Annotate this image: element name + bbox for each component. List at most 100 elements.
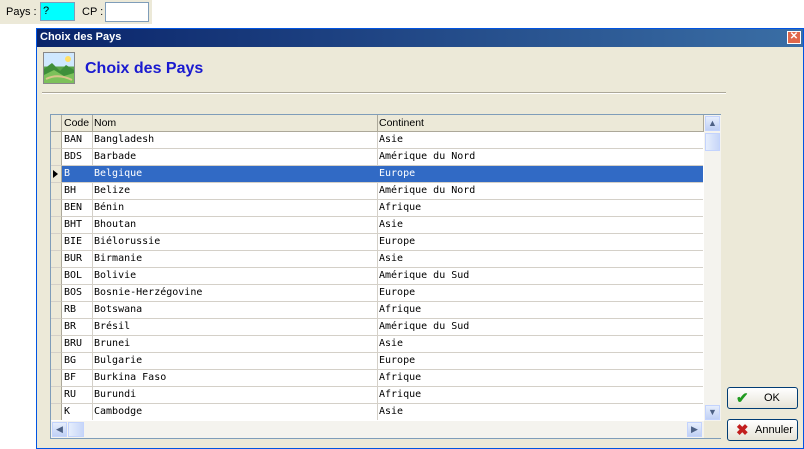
- row-indicator: [51, 387, 62, 404]
- cell-continent[interactable]: Europe: [377, 234, 703, 251]
- cell-continent[interactable]: Asie: [377, 217, 703, 234]
- table-row[interactable]: BH Belize Amérique du Nord: [51, 183, 704, 200]
- row-indicator: [51, 353, 62, 370]
- table-row[interactable]: BOL Bolivie Amérique du Sud: [51, 268, 704, 285]
- cell-nom[interactable]: Botswana: [92, 302, 378, 319]
- cell-code[interactable]: K: [62, 404, 93, 420]
- ok-button[interactable]: ✔ OK: [727, 387, 798, 409]
- cell-continent[interactable]: Europe: [377, 353, 703, 370]
- pays-input[interactable]: ?: [40, 2, 75, 21]
- close-button[interactable]: ✕: [787, 31, 801, 44]
- cell-code[interactable]: BG: [62, 353, 93, 370]
- cell-nom[interactable]: Bénin: [92, 200, 378, 217]
- column-header-code[interactable]: Code: [62, 115, 93, 132]
- cancel-button[interactable]: ✖ Annuler: [727, 419, 798, 441]
- cell-nom[interactable]: Barbade: [92, 149, 378, 166]
- cancel-button-label: Annuler: [755, 424, 793, 436]
- cell-code[interactable]: BOL: [62, 268, 93, 285]
- cell-continent[interactable]: Amérique du Nord: [377, 183, 703, 200]
- column-header-continent[interactable]: Continent: [377, 115, 704, 132]
- cell-code[interactable]: BAN: [62, 132, 93, 149]
- dialog-heading: Choix des Pays: [85, 60, 204, 77]
- vertical-scrollbar[interactable]: ▲ ▼: [704, 115, 721, 421]
- cell-code[interactable]: RU: [62, 387, 93, 404]
- cell-code[interactable]: BDS: [62, 149, 93, 166]
- cell-code[interactable]: BRU: [62, 336, 93, 353]
- cell-nom[interactable]: Biélorussie: [92, 234, 378, 251]
- current-row-arrow-icon: [53, 170, 58, 178]
- cell-nom[interactable]: Cambodge: [92, 404, 378, 420]
- cell-continent[interactable]: Afrique: [377, 370, 703, 387]
- row-indicator: [51, 166, 62, 183]
- country-picker-dialog: Choix des Pays ✕ Choix des Pays Code Nom…: [36, 28, 804, 449]
- scroll-corner: [704, 421, 721, 438]
- cell-code[interactable]: BUR: [62, 251, 93, 268]
- row-indicator: [51, 268, 62, 285]
- cell-continent[interactable]: Amérique du Nord: [377, 149, 703, 166]
- cell-continent[interactable]: Asie: [377, 251, 703, 268]
- cell-nom[interactable]: Bulgarie: [92, 353, 378, 370]
- row-indicator: [51, 217, 62, 234]
- cell-nom[interactable]: Belgique: [92, 166, 378, 183]
- cell-nom[interactable]: Burkina Faso: [92, 370, 378, 387]
- cell-continent[interactable]: Europe: [377, 166, 703, 183]
- landscape-icon: [43, 52, 75, 84]
- cell-continent[interactable]: Afrique: [377, 200, 703, 217]
- cell-continent[interactable]: Amérique du Sud: [377, 268, 703, 285]
- scroll-up-icon[interactable]: ▲: [705, 116, 720, 131]
- cell-continent[interactable]: Asie: [377, 132, 703, 149]
- cp-input[interactable]: [105, 2, 149, 22]
- cell-continent[interactable]: Amérique du Sud: [377, 319, 703, 336]
- table-row[interactable]: BRU Brunei Asie: [51, 336, 704, 353]
- scroll-left-icon[interactable]: ◀: [52, 422, 67, 437]
- cell-nom[interactable]: Burundi: [92, 387, 378, 404]
- table-row[interactable]: BDS Barbade Amérique du Nord: [51, 149, 704, 166]
- cell-code[interactable]: B: [62, 166, 93, 183]
- cell-continent[interactable]: Asie: [377, 336, 703, 353]
- cell-code[interactable]: BEN: [62, 200, 93, 217]
- table-row[interactable]: BIE Biélorussie Europe: [51, 234, 704, 251]
- cell-nom[interactable]: Brunei: [92, 336, 378, 353]
- table-row[interactable]: RU Burundi Afrique: [51, 387, 704, 404]
- scroll-right-icon[interactable]: ▶: [687, 422, 702, 437]
- table-row[interactable]: K Cambodge Asie: [51, 404, 704, 420]
- cell-nom[interactable]: Brésil: [92, 319, 378, 336]
- cell-nom[interactable]: Bangladesh: [92, 132, 378, 149]
- cross-icon: ✖: [736, 422, 749, 439]
- title-bar[interactable]: Choix des Pays ✕: [37, 29, 803, 47]
- row-indicator: [51, 285, 62, 302]
- cell-continent[interactable]: Afrique: [377, 387, 703, 404]
- vertical-scroll-thumb[interactable]: [705, 133, 720, 151]
- table-row[interactable]: BG Bulgarie Europe: [51, 353, 704, 370]
- cell-code[interactable]: BH: [62, 183, 93, 200]
- table-row[interactable]: RB Botswana Afrique: [51, 302, 704, 319]
- table-row[interactable]: BR Brésil Amérique du Sud: [51, 319, 704, 336]
- cell-nom[interactable]: Birmanie: [92, 251, 378, 268]
- cell-nom[interactable]: Bolivie: [92, 268, 378, 285]
- cell-code[interactable]: BR: [62, 319, 93, 336]
- cell-continent[interactable]: Afrique: [377, 302, 703, 319]
- table-row[interactable]: B Belgique Europe: [51, 166, 704, 183]
- cell-continent[interactable]: Europe: [377, 285, 703, 302]
- table-row[interactable]: BUR Birmanie Asie: [51, 251, 704, 268]
- table-row[interactable]: BEN Bénin Afrique: [51, 200, 704, 217]
- horizontal-scroll-thumb[interactable]: [68, 422, 84, 437]
- cell-nom[interactable]: Bhoutan: [92, 217, 378, 234]
- horizontal-scrollbar[interactable]: ◀ ▶: [51, 421, 704, 438]
- close-icon: ✕: [789, 31, 799, 42]
- table-row[interactable]: BF Burkina Faso Afrique: [51, 370, 704, 387]
- cell-continent[interactable]: Asie: [377, 404, 703, 420]
- cell-code[interactable]: RB: [62, 302, 93, 319]
- cell-nom[interactable]: Bosnie-Herzégovine: [92, 285, 378, 302]
- table-row[interactable]: BOS Bosnie-Herzégovine Europe: [51, 285, 704, 302]
- table-row[interactable]: BAN Bangladesh Asie: [51, 132, 704, 149]
- column-header-nom[interactable]: Nom: [92, 115, 378, 132]
- cell-code[interactable]: BHT: [62, 217, 93, 234]
- cell-code[interactable]: BIE: [62, 234, 93, 251]
- cell-code[interactable]: BOS: [62, 285, 93, 302]
- row-indicator: [51, 149, 62, 166]
- scroll-down-icon[interactable]: ▼: [705, 405, 720, 420]
- cell-nom[interactable]: Belize: [92, 183, 378, 200]
- cell-code[interactable]: BF: [62, 370, 93, 387]
- table-row[interactable]: BHT Bhoutan Asie: [51, 217, 704, 234]
